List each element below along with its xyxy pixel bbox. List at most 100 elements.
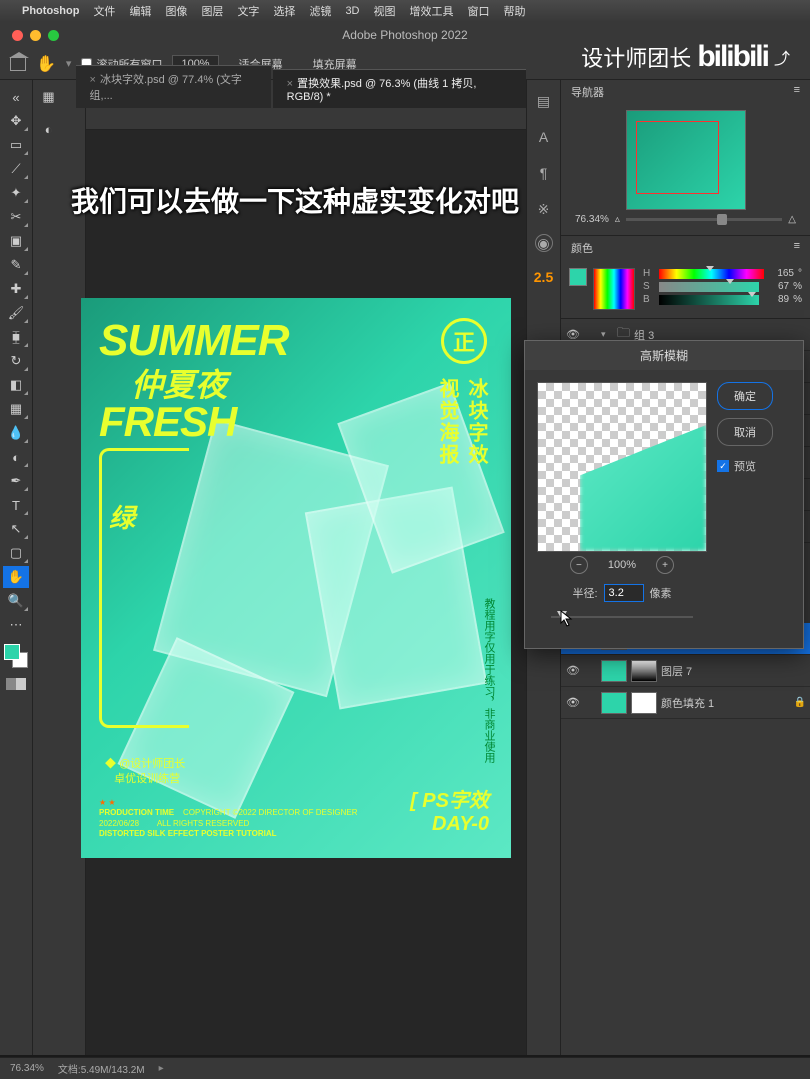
eyedropper-tool[interactable]: ✎	[3, 254, 29, 276]
sat-slider[interactable]	[659, 282, 759, 292]
video-subtitle: 我们可以去做一下这种虚实变化对吧	[71, 180, 519, 220]
frame-tool[interactable]: ▣	[3, 230, 29, 252]
tab-doc-2[interactable]: ×置换效果.psd @ 76.3% (曲线 1 拷贝, RGB/8) *	[273, 69, 526, 108]
wand-tool[interactable]: ✦	[3, 182, 29, 204]
navigator-thumbnail[interactable]	[626, 110, 746, 210]
ruler-horizontal[interactable]	[86, 108, 526, 130]
stamp-tool[interactable]: ⧯	[3, 326, 29, 348]
maximize-window-icon[interactable]	[48, 30, 59, 41]
home-icon[interactable]	[10, 57, 26, 71]
menu-filter[interactable]: 滤镜	[309, 3, 331, 19]
quickmask-icon[interactable]	[6, 678, 26, 690]
toolbar: « ✥ ▭ ⟋ ✦ ✂ ▣ ✎ ✚ 🖌 ⧯ ↻ ◧ ▦ 💧 ◐ ✒ T ↖ ▢ …	[0, 80, 32, 1055]
dodge-tool[interactable]: ◐	[3, 446, 29, 468]
paragraph-panel-icon[interactable]: ¶	[533, 162, 555, 184]
hand-tool-icon[interactable]: ✋	[36, 54, 56, 74]
navigator-panel: 导航器≡ 76.34% ▵ △	[561, 80, 810, 236]
radius-slider[interactable]	[551, 608, 693, 626]
menu-image[interactable]: 图像	[165, 3, 187, 19]
gradient-tool[interactable]: ▦	[3, 398, 29, 420]
collapse-icon[interactable]: «	[3, 86, 29, 108]
radius-input[interactable]	[604, 584, 644, 602]
tab-doc-1[interactable]: ×冰块字效.psd @ 77.4% (文字组,...	[76, 65, 271, 108]
menu-3d[interactable]: 3D	[345, 5, 359, 17]
menu-edit[interactable]: 编辑	[129, 3, 151, 19]
app-name[interactable]: Photoshop	[22, 5, 79, 17]
menu-view[interactable]: 视图	[374, 3, 396, 19]
brush-tool[interactable]: 🖌	[3, 302, 29, 324]
path-tool[interactable]: ↖	[3, 518, 29, 540]
move-tool[interactable]: ✥	[3, 110, 29, 132]
menu-type[interactable]: 文字	[237, 3, 259, 19]
panel-menu-icon[interactable]: ≡	[794, 84, 800, 100]
nav-zoom-in-icon[interactable]: △	[788, 214, 796, 225]
color-swatch[interactable]	[4, 644, 28, 668]
marquee-tool[interactable]: ▭	[3, 134, 29, 156]
ok-button[interactable]: 确定	[717, 382, 773, 410]
edit-toolbar[interactable]: ⋯	[3, 614, 29, 636]
color-spectrum[interactable]	[593, 268, 635, 310]
glyph-panel-icon[interactable]: ※	[533, 198, 555, 220]
eraser-tool[interactable]: ◧	[3, 374, 29, 396]
folder-arrow-icon[interactable]: ▾	[601, 329, 613, 340]
preview-zoom: 100%	[608, 559, 636, 571]
nav-zoom-out-icon[interactable]: ▵	[615, 214, 620, 225]
hand-tool[interactable]: ✋	[3, 566, 29, 588]
layer-thumb[interactable]	[601, 660, 627, 682]
lasso-tool[interactable]: ⟋	[3, 158, 29, 180]
window-title: Adobe Photoshop 2022	[342, 28, 467, 42]
zoom-out-icon[interactable]: −	[570, 556, 588, 574]
zoom-in-icon[interactable]: +	[656, 556, 674, 574]
type-tool[interactable]: T	[3, 494, 29, 516]
lock-icon[interactable]: 🔒	[794, 697, 806, 708]
menu-file[interactable]: 文件	[93, 3, 115, 19]
menu-plugins[interactable]: 增效工具	[410, 3, 454, 19]
minimize-window-icon[interactable]	[30, 30, 41, 41]
color-panel: 颜色≡ H165° S67% B89%	[561, 236, 810, 319]
mask-thumb[interactable]	[631, 692, 657, 714]
layer-row[interactable]: 👁 颜色填充 1 🔒	[561, 687, 810, 719]
char-badge[interactable]: 2.5	[533, 266, 555, 288]
blur-tool[interactable]: 💧	[3, 422, 29, 444]
document-tabs: ×冰块字效.psd @ 77.4% (文字组,... ×置换效果.psd @ 7…	[64, 80, 526, 108]
mac-menubar: Photoshop 文件 编辑 图像 图层 文字 选择 滤镜 3D 视图 增效工…	[0, 0, 810, 22]
blur-preview[interactable]	[537, 382, 707, 552]
status-zoom[interactable]: 76.34%	[10, 1063, 44, 1074]
stamp-icon: 正	[441, 318, 487, 364]
cursor-icon	[560, 610, 574, 628]
zoom-tool[interactable]: 🔍	[3, 590, 29, 612]
shape-tool[interactable]: ▢	[3, 542, 29, 564]
visibility-icon[interactable]: 👁	[565, 664, 581, 677]
close-window-icon[interactable]	[12, 30, 23, 41]
history-panel-icon[interactable]: ▤	[533, 90, 555, 112]
history-brush-tool[interactable]: ↻	[3, 350, 29, 372]
menu-select[interactable]: 选择	[273, 3, 295, 19]
mask-thumb[interactable]	[631, 660, 657, 682]
menu-layer[interactable]: 图层	[201, 3, 223, 19]
layer-row[interactable]: 👁 图层 7	[561, 655, 810, 687]
layer-name[interactable]: 颜色填充 1	[661, 695, 790, 711]
visibility-icon[interactable]: 👁	[565, 696, 581, 709]
panel-menu-icon[interactable]: ≡	[794, 240, 800, 256]
preview-checkbox[interactable]: ✓预览	[717, 458, 773, 474]
nav-zoom-slider[interactable]	[626, 218, 782, 221]
hue-slider[interactable]	[659, 269, 764, 279]
pen-tool[interactable]: ✒	[3, 470, 29, 492]
menu-help[interactable]: 帮助	[504, 3, 526, 19]
foreground-swatch[interactable]	[569, 268, 587, 286]
crop-tool[interactable]: ✂	[3, 206, 29, 228]
char-panel-icon[interactable]: A	[533, 126, 555, 148]
poster-artwork: SUMMER 仲夏夜 FRESH 正 冰块字效视觉海报 教程用字仅用于练习，非商…	[81, 298, 511, 858]
info-panel-icon[interactable]: ◉	[535, 234, 553, 252]
canvas[interactable]: SUMMER 仲夏夜 FRESH 正 冰块字效视觉海报 教程用字仅用于练习，非商…	[86, 130, 526, 1055]
layer-name[interactable]: 图层 7	[661, 663, 806, 679]
adjust-icon[interactable]: ◐	[36, 118, 62, 140]
nav-zoom-value[interactable]: 76.34%	[575, 214, 609, 225]
menu-window[interactable]: 窗口	[468, 3, 490, 19]
status-doc[interactable]: 文档:5.49M/143.2M	[58, 1061, 145, 1076]
properties-icon[interactable]: ▦	[36, 86, 62, 108]
cancel-button[interactable]: 取消	[717, 418, 773, 446]
heal-tool[interactable]: ✚	[3, 278, 29, 300]
layer-thumb[interactable]	[601, 692, 627, 714]
bri-slider[interactable]	[659, 295, 759, 305]
